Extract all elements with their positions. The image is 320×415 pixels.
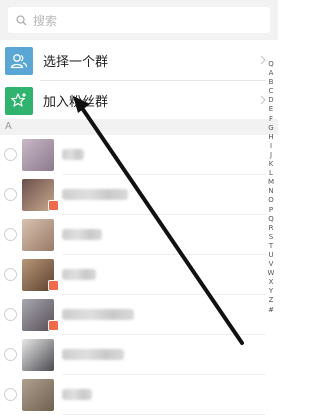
avatar: [22, 339, 54, 371]
index-letter[interactable]: W: [268, 269, 275, 278]
index-letter[interactable]: X: [269, 278, 274, 287]
join-fan-group-entry[interactable]: 加入粉丝群: [0, 81, 266, 120]
contact-row[interactable]: [0, 335, 266, 375]
avatar: [22, 219, 54, 251]
choose-group-entry[interactable]: 选择一个群: [0, 41, 266, 80]
avatar-badge: [48, 280, 59, 291]
index-letter[interactable]: U: [268, 251, 273, 260]
contact-name: [62, 389, 92, 400]
index-letter[interactable]: B: [269, 78, 274, 87]
select-radio[interactable]: [4, 188, 17, 201]
index-letter[interactable]: A: [269, 69, 274, 78]
contact-name: [62, 149, 84, 160]
index-letter[interactable]: L: [269, 169, 273, 178]
chevron-right-icon: [260, 52, 266, 70]
index-letter[interactable]: P: [269, 206, 273, 215]
select-radio[interactable]: [4, 228, 17, 241]
avatar: [22, 139, 54, 171]
index-letter[interactable]: E: [269, 105, 273, 114]
group-icon: [5, 46, 33, 75]
select-radio[interactable]: [4, 308, 17, 321]
contact-name: [62, 309, 134, 320]
index-letter[interactable]: S: [269, 233, 273, 242]
avatar: [22, 379, 54, 411]
index-letter[interactable]: H: [268, 133, 273, 142]
index-letter[interactable]: Z: [269, 296, 274, 305]
search-bar: 搜索: [0, 0, 278, 40]
index-letter[interactable]: D: [268, 96, 273, 105]
index-letter[interactable]: Q: [268, 60, 274, 69]
search-icon: [16, 14, 27, 26]
contact-row[interactable]: [0, 375, 266, 415]
section-header: A: [0, 119, 278, 135]
select-radio[interactable]: [4, 148, 17, 161]
select-radio[interactable]: [4, 348, 17, 361]
chevron-right-icon: [260, 92, 266, 110]
contact-row[interactable]: [0, 255, 266, 295]
index-letter[interactable]: M: [268, 178, 274, 187]
index-letter[interactable]: J: [270, 151, 272, 160]
index-letter[interactable]: #: [268, 306, 274, 315]
index-letter[interactable]: V: [269, 260, 274, 269]
alphabet-index[interactable]: Q A B C D E F G H I J K L M N O P Q R S T U V W X Y Z #: [267, 60, 275, 315]
contact-name: [62, 269, 96, 280]
index-letter[interactable]: K: [269, 160, 274, 169]
contact-name: [62, 349, 124, 360]
join-fan-group-label: 加入粉丝群: [43, 94, 109, 109]
contact-row[interactable]: [0, 295, 266, 335]
contact-row[interactable]: [0, 215, 266, 255]
index-letter[interactable]: N: [268, 187, 273, 196]
contact-row[interactable]: [0, 175, 266, 215]
index-letter[interactable]: F: [269, 115, 273, 124]
contact-name: [62, 229, 102, 240]
index-letter[interactable]: C: [269, 87, 274, 96]
contact-row[interactable]: [0, 135, 266, 175]
index-letter[interactable]: Y: [269, 287, 273, 296]
index-letter[interactable]: T: [269, 242, 273, 251]
search-input[interactable]: 搜索: [8, 7, 270, 33]
select-radio[interactable]: [4, 268, 17, 281]
search-placeholder: 搜索: [33, 13, 58, 28]
index-letter[interactable]: G: [268, 124, 273, 133]
avatar-badge: [48, 320, 59, 331]
star-add-icon: [5, 86, 33, 115]
avatar-badge: [48, 200, 59, 211]
choose-group-label: 选择一个群: [43, 54, 109, 69]
index-letter[interactable]: I: [270, 142, 272, 151]
index-letter[interactable]: Q: [268, 215, 274, 224]
index-letter[interactable]: R: [269, 224, 274, 233]
contact-name: [62, 189, 128, 200]
index-letter[interactable]: O: [268, 196, 274, 205]
select-radio[interactable]: [4, 388, 17, 401]
